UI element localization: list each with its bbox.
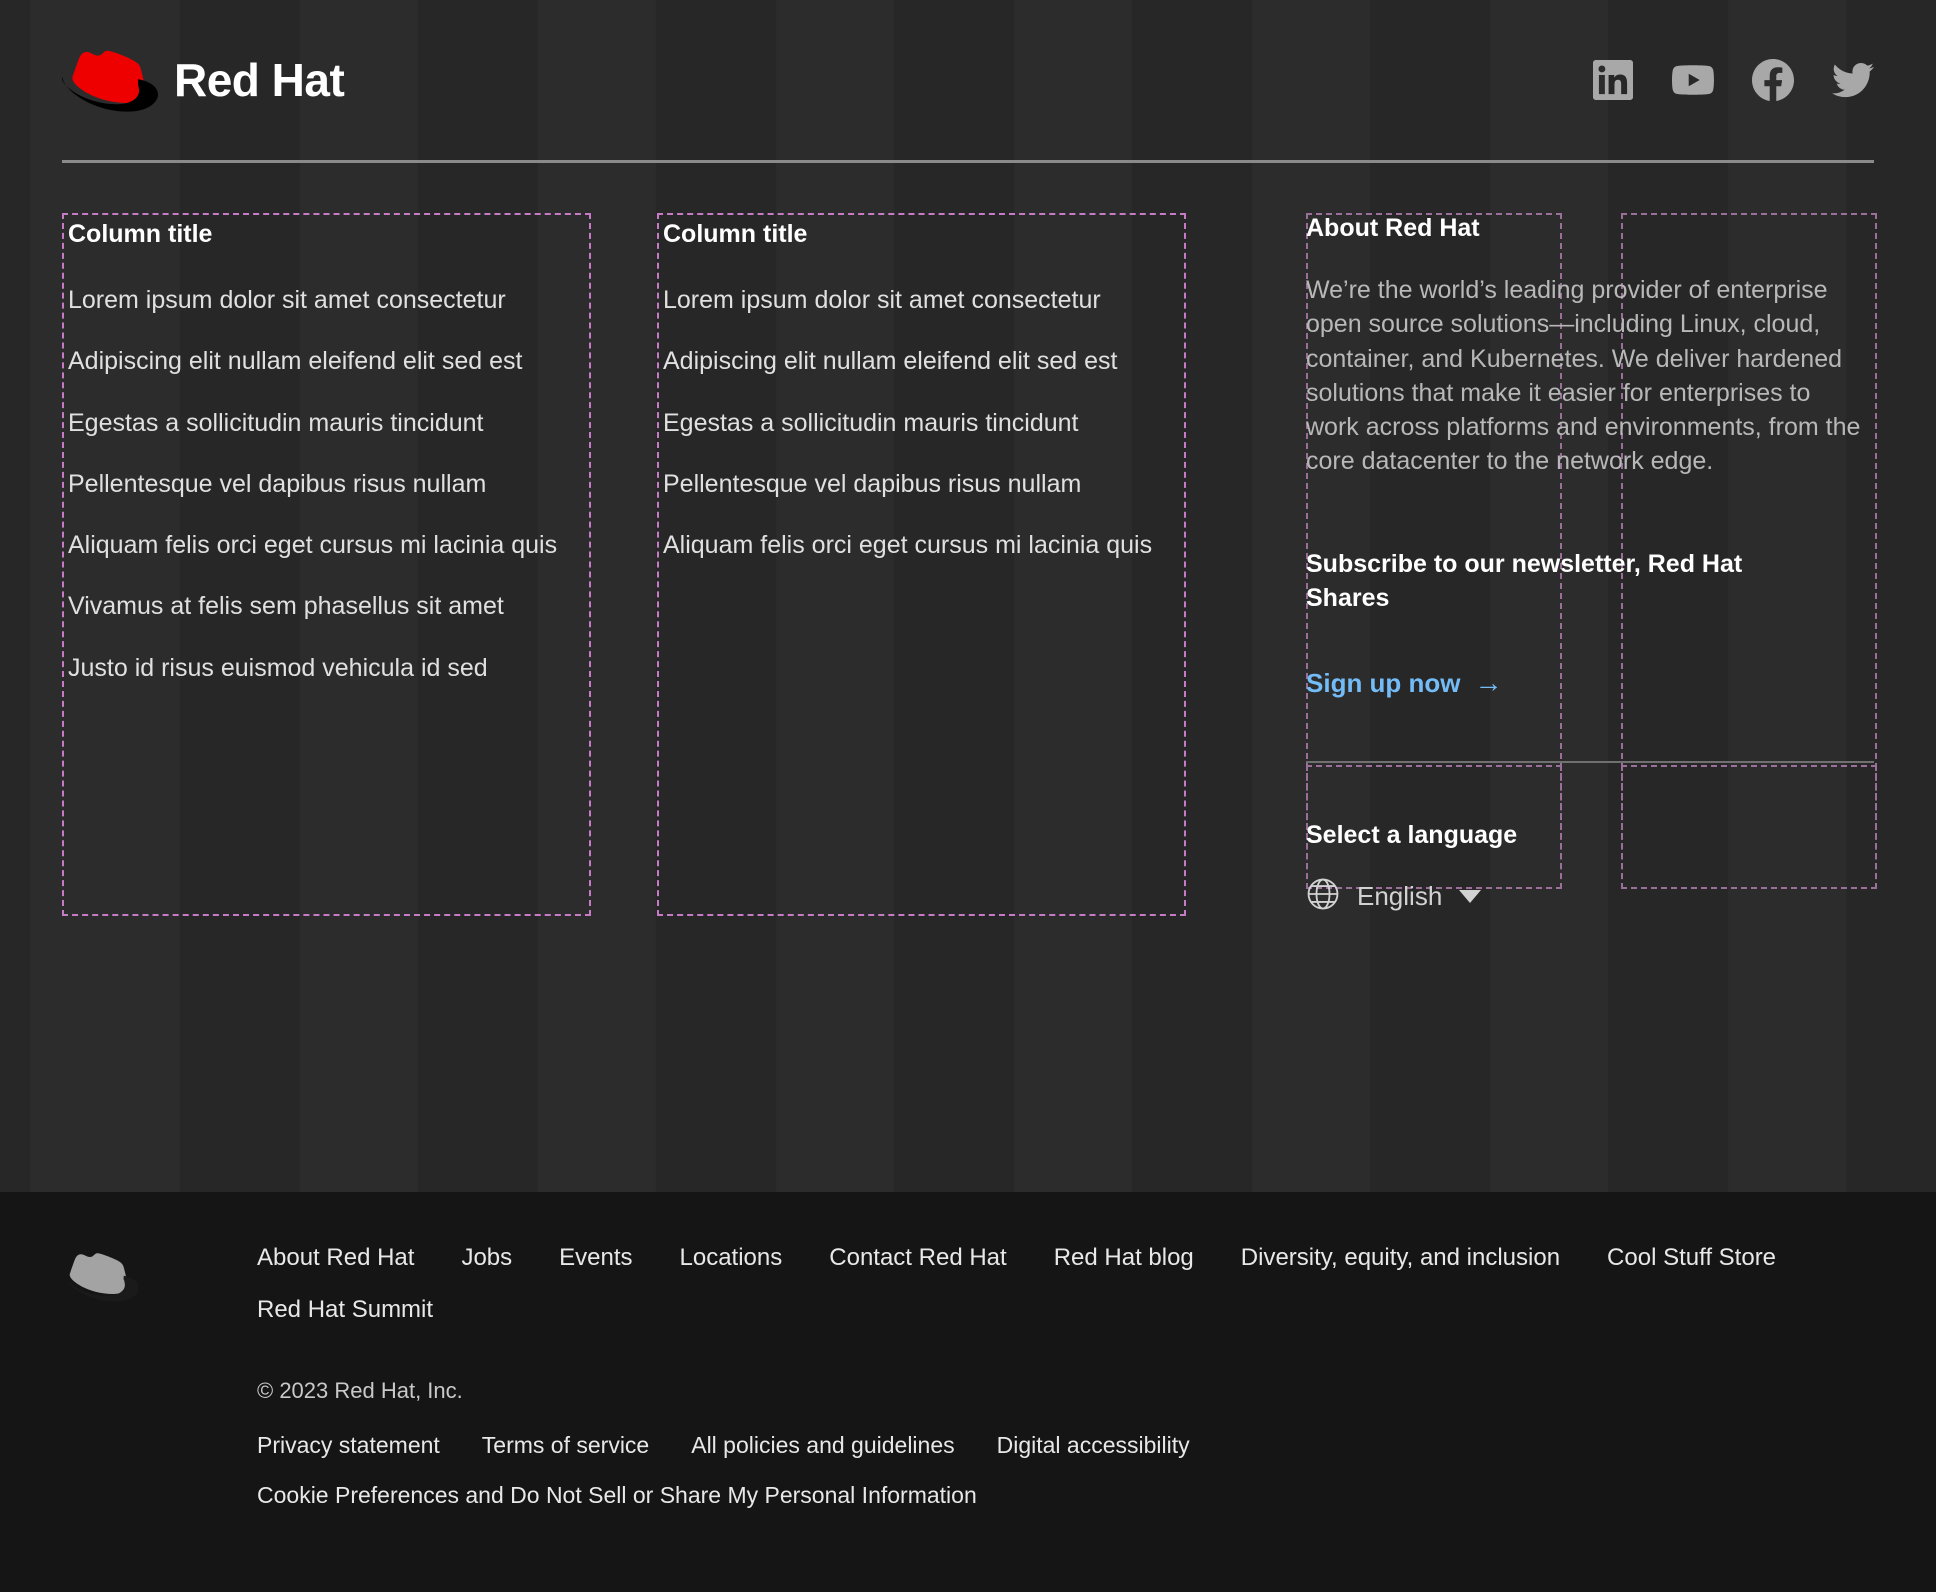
about-title: About Red Hat [1306,213,1874,243]
social-links-row [1592,59,1874,101]
footer-column-1-link-3[interactable]: Pellentesque vel dapibus risus nullam [68,469,585,500]
globe-icon [1306,877,1340,916]
footer-column-1: Column title Lorem ipsum dolor sit amet … [62,213,591,916]
red-hat-fedora-logo-icon [62,45,158,115]
bottom-nav-link-diversity-equity-inclusion[interactable]: Diversity, equity, and inclusion [1241,1240,1560,1276]
legal-link-terms-of-service[interactable]: Terms of service [482,1429,649,1462]
footer-header-container: Red Hat [0,0,1936,160]
footer-column-2: Column title Lorem ipsum dolor sit amet … [657,213,1186,916]
legal-link-cookie-preferences[interactable]: Cookie Preferences and Do Not Sell or Sh… [257,1482,977,1508]
footer-column-1-link-6[interactable]: Justo id risus euismod vehicula id sed [68,653,585,684]
language-label: Select a language [1306,821,1874,850]
newsletter-signup-label: Sign up now [1306,668,1461,699]
footer-column-1-link-0[interactable]: Lorem ipsum dolor sit amet consectetur [68,285,585,316]
linkedin-icon [1593,60,1633,100]
red-hat-wordmark: Red Hat [174,57,344,103]
bottom-nav-link-locations[interactable]: Locations [680,1240,783,1276]
bottom-nav-link-red-hat-blog[interactable]: Red Hat blog [1054,1240,1194,1276]
social-link-twitter[interactable] [1832,59,1874,101]
footer-column-2-link-2[interactable]: Egestas a sollicitudin mauris tincidunt [663,408,1180,439]
footer-column-2-link-4[interactable]: Aliquam felis orci eget cursus mi lacini… [663,530,1180,561]
social-link-linkedin[interactable] [1592,59,1634,101]
bottom-bar-content: About Red Hat Jobs Events Locations Cont… [158,1240,1874,1592]
bottom-nav-link-cool-stuff-store[interactable]: Cool Stuff Store [1607,1240,1776,1276]
language-selected-value: English [1357,881,1442,912]
about-body-text: We’re the world’s leading provider of en… [1306,273,1866,479]
footer-column-2-link-1[interactable]: Adipiscing elit nullam eleifend elit sed… [663,346,1180,377]
legal-link-digital-accessibility[interactable]: Digital accessibility [997,1429,1190,1462]
language-selector[interactable]: English [1306,877,1481,916]
footer-columns-area: Column title Lorem ipsum dolor sit amet … [0,163,1936,916]
bottom-nav-link-contact-red-hat[interactable]: Contact Red Hat [829,1240,1006,1276]
bottom-nav-link-red-hat-summit[interactable]: Red Hat Summit [257,1292,433,1328]
cookie-preferences-row: Cookie Preferences and Do Not Sell or Sh… [257,1482,1874,1509]
facebook-icon [1752,59,1794,101]
bottom-nav-link-about-red-hat[interactable]: About Red Hat [257,1240,414,1276]
bottom-nav-link-events[interactable]: Events [559,1240,632,1276]
footer-about-area: About Red Hat We’re the world’s leading … [1306,213,1874,916]
footer-upper-section: Red Hat [0,0,1936,1192]
twitter-icon [1832,59,1874,101]
youtube-icon [1672,59,1714,101]
legal-link-privacy-statement[interactable]: Privacy statement [257,1429,440,1462]
footer-column-2-link-3[interactable]: Pellentesque vel dapibus risus nullam [663,469,1180,500]
footer-column-1-link-5[interactable]: Vivamus at felis sem phasellus sit amet [68,591,585,622]
newsletter-title: Subscribe to our newsletter, Red Hat Sha… [1306,547,1806,616]
arrow-right-icon: → [1475,669,1503,697]
social-link-facebook[interactable] [1752,59,1794,101]
bottom-nav-link-jobs[interactable]: Jobs [461,1240,512,1276]
about-language-divider [1306,761,1874,763]
footer-bottom-bar: About Red Hat Jobs Events Locations Cont… [0,1192,1936,1592]
bottom-hat-logo [62,1240,158,1592]
footer-column-2-title: Column title [663,219,1180,249]
legal-links-row: Privacy statement Terms of service All p… [257,1429,1557,1462]
footer-column-1-title: Column title [68,219,585,249]
bottom-nav-links: About Red Hat Jobs Events Locations Cont… [257,1240,1857,1328]
footer-column-1-link-2[interactable]: Egestas a sollicitudin mauris tincidunt [68,408,585,439]
social-link-youtube[interactable] [1672,59,1714,101]
newsletter-signup-link[interactable]: Sign up now → [1306,668,1503,699]
copyright-text: © 2023 Red Hat, Inc. [257,1376,1874,1407]
about-content: About Red Hat We’re the world’s leading … [1306,213,1874,916]
chevron-down-icon [1459,890,1481,903]
footer-header-row: Red Hat [62,0,1874,160]
red-hat-fedora-gray-logo-icon [62,1248,158,1308]
red-hat-logo[interactable]: Red Hat [62,45,344,115]
footer-column-2-link-0[interactable]: Lorem ipsum dolor sit amet consectetur [663,285,1180,316]
footer-column-1-link-4[interactable]: Aliquam felis orci eget cursus mi lacini… [68,530,585,561]
legal-link-all-policies-and-guidelines[interactable]: All policies and guidelines [691,1429,954,1462]
footer-column-1-link-1[interactable]: Adipiscing elit nullam eleifend elit sed… [68,346,585,377]
